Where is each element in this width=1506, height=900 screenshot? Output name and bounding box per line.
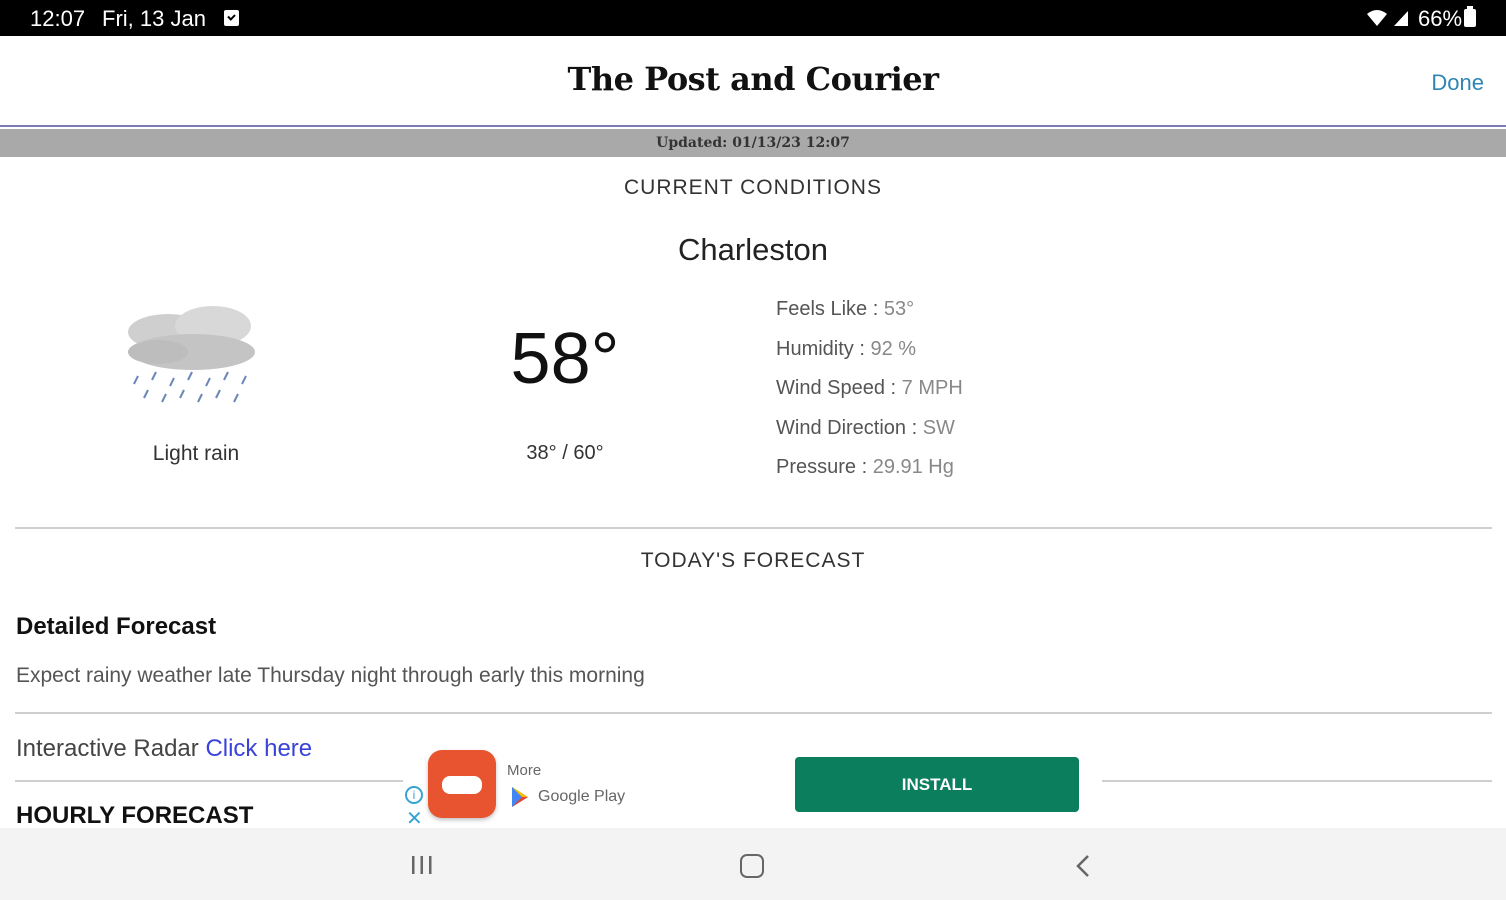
ad-info-icon[interactable]: i [405,786,423,804]
updated-timestamp: Updated: 01/13/23 12:07 [0,129,1506,157]
condition-label: Light rain [152,442,240,465]
radar-link[interactable]: Click here [205,735,312,762]
low-high-temperature: 38° / 60° [526,442,604,464]
radar-label: Interactive Radar [16,735,199,762]
hourly-forecast-heading: HOURLY FORECAST [16,802,254,829]
back-icon[interactable] [1074,854,1092,878]
notification-icon [224,10,239,26]
divider [15,780,403,782]
current-temperature: 58° [510,319,620,399]
detail-feels-like: Feels Like : 53° [776,298,915,320]
city-name: Charleston [678,232,828,267]
detail-label: Humidity [776,337,854,360]
publication-logo: The Post and Courier [567,60,939,98]
current-conditions-title: CURRENT CONDITIONS [624,176,882,199]
detail-value: 29.91 Hg [872,456,954,478]
divider [15,527,1492,529]
ad-store-label: Google Play [538,788,626,805]
app-header: The Post and Courier Done [0,36,1506,127]
status-date: Fri, 13 Jan [102,6,206,31]
battery-percent: 66% [1418,6,1463,31]
signal-icon [1394,11,1408,26]
interactive-radar: Interactive Radar Click here [16,735,312,763]
detail-label: Pressure [776,456,857,478]
google-play-icon [512,787,528,807]
battery-icon [1464,6,1476,27]
detailed-forecast-heading: Detailed Forecast [16,613,217,640]
done-button[interactable]: Done [1431,70,1484,96]
install-button[interactable]: INSTALL [795,757,1079,812]
status-bar: 12:07 Fri, 13 Jan 66% [0,0,1506,36]
ad-more-label: More [507,762,542,779]
detail-value: 92 % [870,337,917,360]
detail-humidity: Humidity : 92 % [776,337,917,360]
detail-value: 7 MPH [901,377,963,399]
home-icon[interactable] [740,854,764,878]
ad-app-icon[interactable] [428,750,496,818]
detail-label: Wind Speed [776,377,885,399]
detail-value: SW [922,416,955,439]
status-time: 12:07 [30,6,86,31]
wifi-icon [1367,10,1387,26]
detail-wind-direction: Wind Direction : SW [776,416,955,439]
detail-wind-speed: Wind Speed : 7 MPH [776,377,963,399]
detail-pressure: Pressure : 29.91 Hg [776,456,954,478]
detail-label: Feels Like [776,298,868,320]
detail-label: Wind Direction [776,416,907,439]
detail-value: 53° [883,298,915,320]
detailed-forecast-text: Expect rainy weather late Thursday night… [16,664,645,687]
recents-icon[interactable] [410,855,434,875]
system-nav-bar [0,828,1506,900]
light-rain-icon [128,306,255,403]
divider [15,712,1492,714]
divider [1102,780,1492,782]
todays-forecast-title: TODAY'S FORECAST [640,549,866,572]
conditions-details: Feels Like : 53° Humidity : 92 % Wind Sp… [776,298,963,496]
